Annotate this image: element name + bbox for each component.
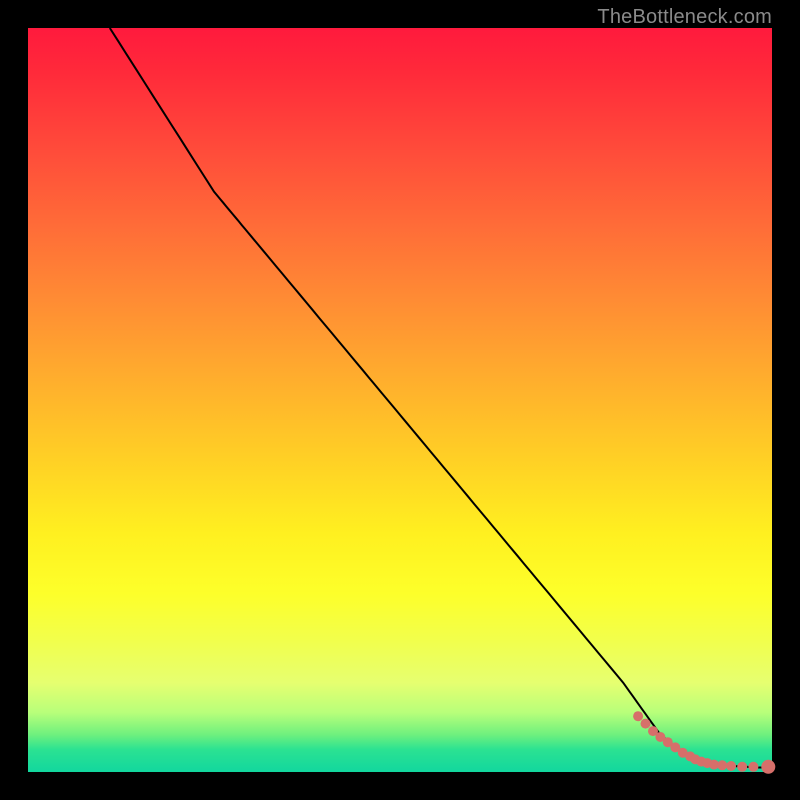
- plot-area: [28, 28, 772, 772]
- chart-stage: TheBottleneck.com: [0, 0, 800, 800]
- watermark-label: TheBottleneck.com: [597, 6, 772, 29]
